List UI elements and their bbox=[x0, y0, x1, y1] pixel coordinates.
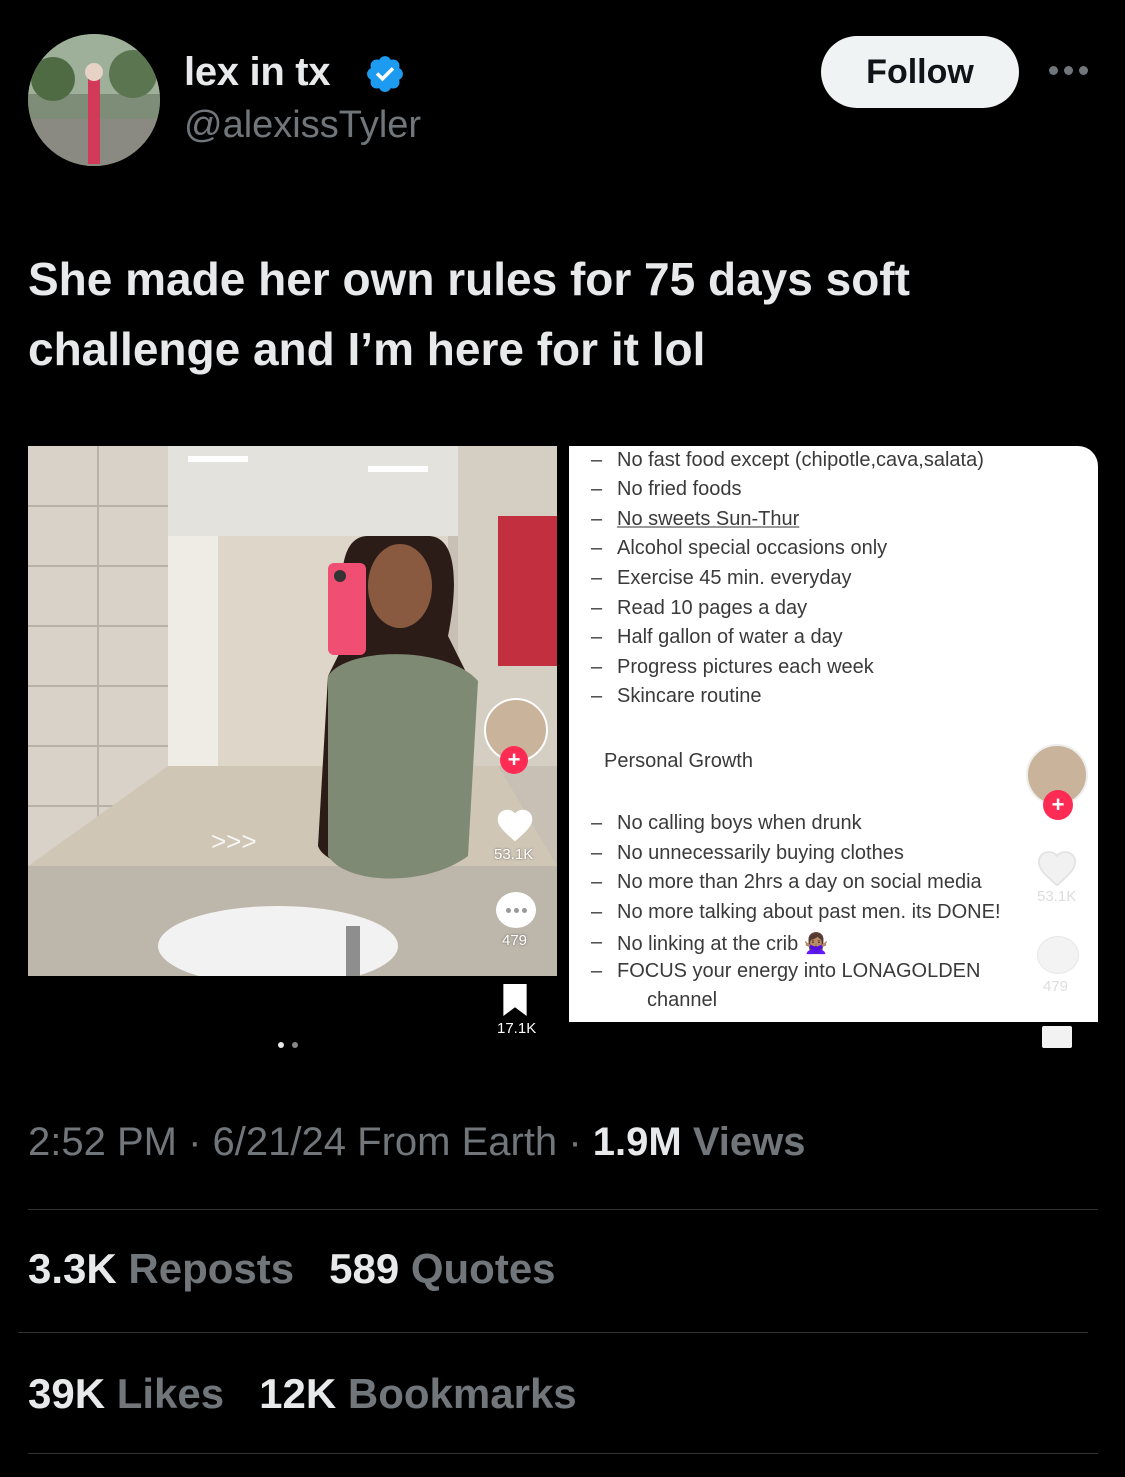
swipe-arrows-text: >>> bbox=[211, 826, 257, 856]
more-options-icon[interactable] bbox=[1049, 60, 1093, 80]
tweet-source: From Earth bbox=[357, 1120, 558, 1164]
reposts-label: Reposts bbox=[128, 1245, 295, 1292]
bookmarks-stat[interactable]: 12K Bookmarks bbox=[259, 1370, 577, 1417]
views-label: Views bbox=[692, 1120, 806, 1164]
rule-item: Half gallon of water a day bbox=[591, 626, 843, 649]
quotes-count: 589 bbox=[329, 1245, 400, 1292]
rule-item: No more talking about past men. its DONE… bbox=[591, 901, 1000, 924]
reposts-count: 3.3K bbox=[28, 1245, 117, 1292]
bookmarks-count: 12K bbox=[259, 1370, 337, 1417]
engagement-stats-row: 3.3K Reposts 589 Quotes bbox=[28, 1245, 556, 1293]
bookmarks-label: Bookmarks bbox=[347, 1370, 577, 1417]
rule-item: No sweets Sun-Thur bbox=[591, 508, 799, 531]
tiktok-comment-count: 479 bbox=[1043, 978, 1069, 995]
divider bbox=[28, 1209, 1098, 1210]
tweet-meta: 2:52 PM · 6/21/24 From Earth · 1.9M View… bbox=[28, 1120, 806, 1165]
separator-dot: · bbox=[188, 1120, 202, 1164]
rule-item: FOCUS your energy into LONAGOLDEN bbox=[591, 960, 981, 983]
tweet-time[interactable]: 2:52 PM bbox=[28, 1120, 177, 1164]
tweet-text-line: challenge and I’m here for it lol bbox=[28, 323, 706, 375]
rule-item: No calling boys when drunk bbox=[591, 812, 862, 835]
bathroom-mirror-selfie-image bbox=[28, 446, 557, 976]
separator-dot: · bbox=[568, 1120, 582, 1164]
tiktok-comment-count: 479 bbox=[502, 932, 528, 949]
heart-icon bbox=[1037, 851, 1077, 886]
reposts-stat[interactable]: 3.3K Reposts bbox=[28, 1245, 294, 1292]
author-handle[interactable]: @alexissTyler bbox=[184, 104, 421, 147]
bookmark-icon bbox=[1042, 1026, 1072, 1048]
rule-item: No unnecessarily buying clothes bbox=[591, 842, 904, 865]
rule-item-continuation: channel bbox=[647, 989, 718, 1011]
rule-item: Exercise 45 min. everyday bbox=[591, 567, 851, 590]
likes-stat[interactable]: 39K Likes bbox=[28, 1370, 224, 1417]
likes-count: 39K bbox=[28, 1370, 106, 1417]
section-title: Personal Growth bbox=[604, 750, 753, 772]
tiktok-like-count: 53.1K bbox=[1037, 888, 1077, 905]
tiktok-follow-plus-icon: + bbox=[1043, 790, 1073, 820]
quotes-label: Quotes bbox=[410, 1245, 556, 1292]
rule-item: Alcohol special occasions only bbox=[591, 537, 887, 560]
rule-item: Skincare routine bbox=[591, 685, 761, 708]
divider bbox=[28, 1453, 1098, 1454]
media-image-right[interactable]: No fast food except (chipotle,cava,salat… bbox=[569, 446, 1098, 1022]
carousel-indicator bbox=[278, 1042, 298, 1048]
verified-badge-icon bbox=[364, 53, 406, 95]
tiktok-follow-plus-icon: + bbox=[500, 746, 528, 774]
tweet-date[interactable]: 6/21/24 bbox=[213, 1120, 346, 1164]
tiktok-bookmark-count: 17.1K bbox=[497, 1020, 537, 1037]
author-display-name[interactable]: lex in tx bbox=[184, 50, 331, 95]
rule-item: Progress pictures each week bbox=[591, 656, 874, 679]
tiktok-like-count: 53.1K bbox=[494, 846, 534, 863]
likes-label: Likes bbox=[116, 1370, 225, 1417]
rule-item: No linking at the crib 🙅🏽‍♀️ bbox=[591, 931, 829, 956]
rule-item: Read 10 pages a day bbox=[591, 597, 807, 620]
rule-item: No more than 2hrs a day on social media bbox=[591, 871, 982, 894]
quotes-stat[interactable]: 589 Quotes bbox=[329, 1245, 555, 1292]
tweet-text: She made her own rules for 75 days soft … bbox=[28, 244, 1088, 384]
rule-item: No fried foods bbox=[591, 478, 741, 501]
views-count: 1.9M bbox=[592, 1120, 682, 1164]
divider bbox=[18, 1332, 1088, 1333]
bookmark-icon bbox=[503, 984, 527, 1016]
heart-icon bbox=[497, 809, 533, 842]
rule-item: No fast food except (chipotle,cava,salat… bbox=[591, 449, 984, 472]
follow-button[interactable]: Follow bbox=[821, 36, 1019, 108]
author-avatar[interactable] bbox=[28, 34, 160, 166]
engagement-stats-row: 39K Likes 12K Bookmarks bbox=[28, 1370, 577, 1418]
media-image-left[interactable]: >>> + 53.1K 479 bbox=[28, 446, 557, 976]
comment-icon bbox=[496, 892, 536, 928]
tweet-text-line: She made her own rules for 75 days soft bbox=[28, 253, 910, 305]
comment-icon bbox=[1037, 936, 1079, 974]
